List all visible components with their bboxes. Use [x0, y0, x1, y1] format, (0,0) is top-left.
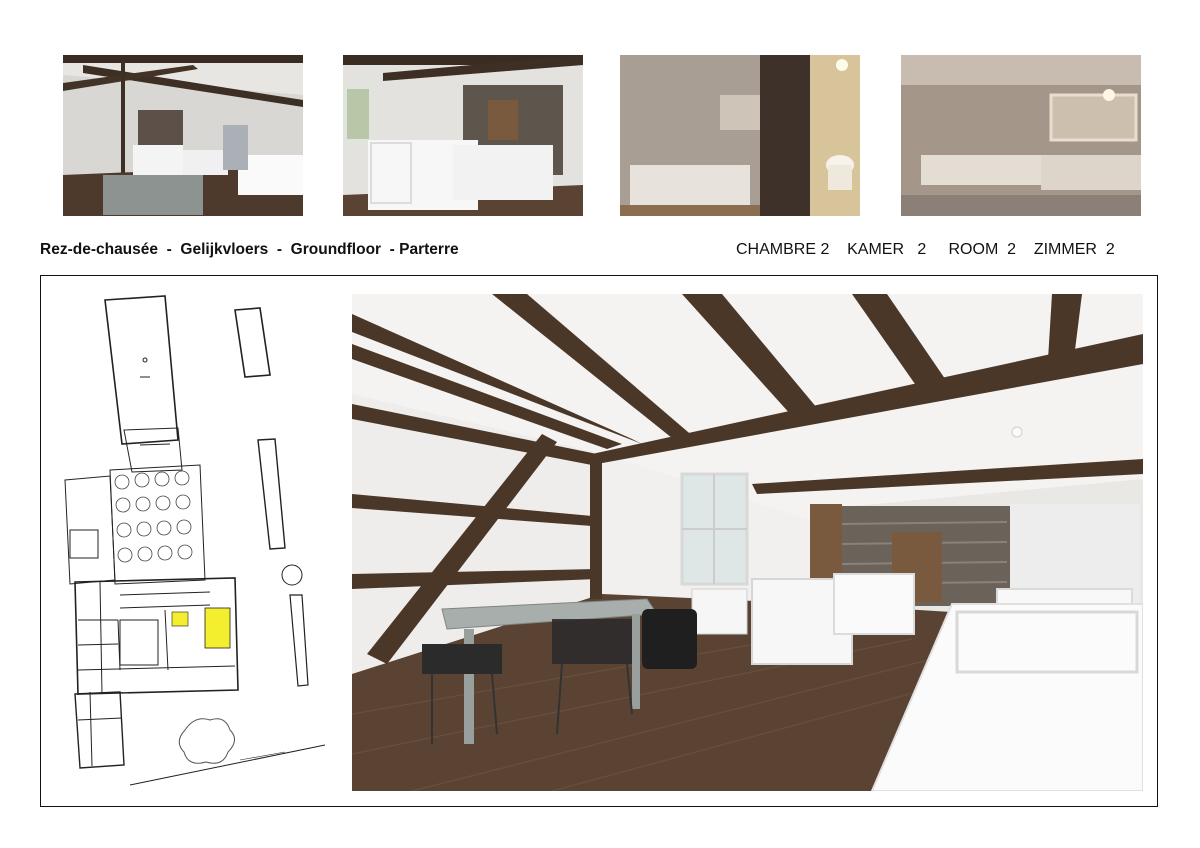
room-caption: CHAMBRE 2 KAMER 2 ROOM 2 ZIMMER 2: [736, 241, 1115, 258]
bedroom-overview-photo: [63, 55, 303, 216]
thumbnail-bedroom-beds: [343, 55, 583, 216]
room-2-interior-photo: [352, 294, 1143, 791]
bedroom-beds-fireplace-photo: [343, 55, 583, 216]
thumbnail-bathroom-bathtub: [901, 55, 1141, 216]
floor-caption: Rez-de-chausée - Gelijkvloers - Groundfl…: [40, 241, 459, 258]
bathroom-toilet-photo: [620, 55, 860, 216]
main-room-photo: [352, 294, 1143, 791]
thumbnail-bedroom-overview: [63, 55, 303, 216]
floor-plan: [60, 290, 330, 795]
bathroom-bathtub-photo: [901, 55, 1141, 216]
highlighted-room-2: [204, 607, 231, 649]
thumbnail-bathroom-toilet: [620, 55, 860, 216]
floor-plan-drawing: [64, 295, 326, 786]
